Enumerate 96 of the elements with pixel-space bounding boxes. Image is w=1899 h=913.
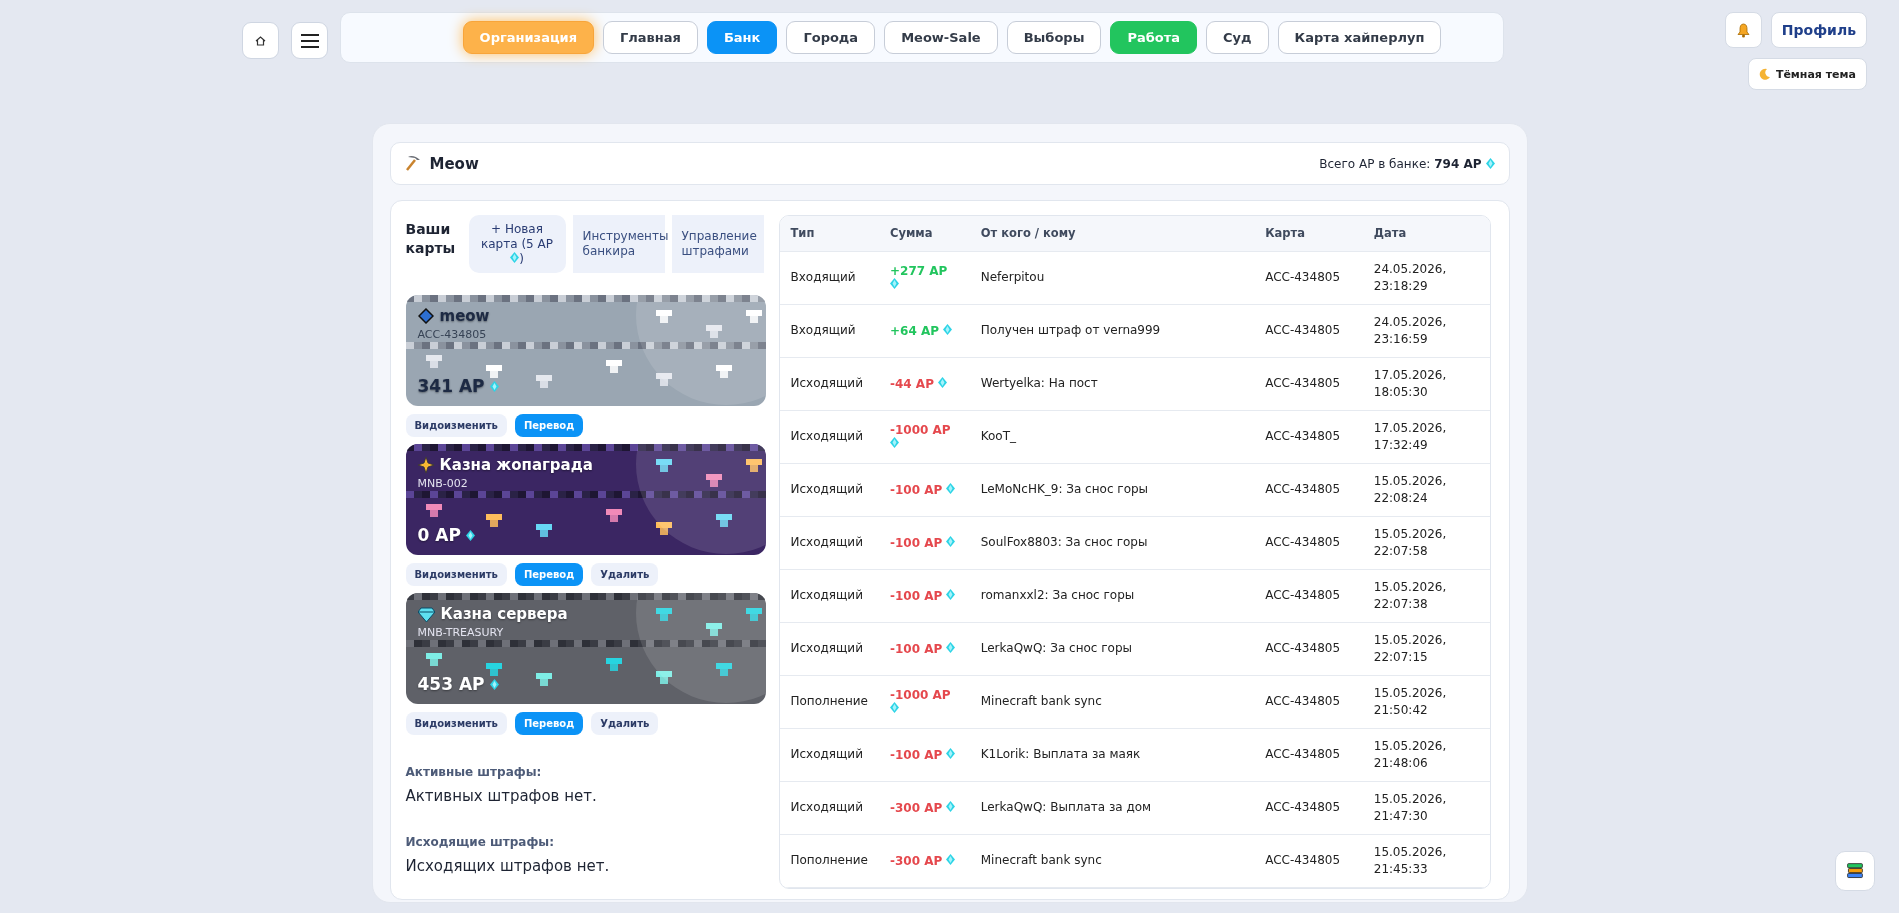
table-cell: Исходящий bbox=[779, 781, 879, 834]
amount-text: -1000 AP bbox=[890, 422, 951, 437]
table-cell: Получен штраф от verna999 bbox=[969, 304, 1255, 357]
table-cell: Исходящий bbox=[779, 410, 879, 463]
fines-heading: Активные штрафы: bbox=[405, 765, 543, 779]
fines-heading: Исходящие штрафы: bbox=[405, 835, 555, 849]
column-header: Сумма bbox=[879, 216, 970, 251]
table-cell: ACC-434805 bbox=[1254, 675, 1363, 728]
bank-total: Всего AP в банке: 794 AP bbox=[1319, 156, 1482, 171]
table-cell: 15.05.2026, 22:07:15 bbox=[1362, 622, 1490, 675]
table-cell: Исходящий bbox=[779, 569, 879, 622]
table-cell: KooT_ bbox=[969, 410, 1255, 463]
nav-tab[interactable]: Карта хайперлуп bbox=[1277, 21, 1442, 54]
amount-text: +64 AP bbox=[890, 323, 939, 338]
cards-title: Ваши карты bbox=[405, 220, 457, 258]
table-cell: Пополнение bbox=[779, 675, 879, 728]
table-cell: 17.05.2026, 17:32:49 bbox=[1362, 410, 1490, 463]
card-action-button[interactable]: Удалить bbox=[591, 563, 659, 586]
new-card-button[interactable]: + Новая карта (5 AP ) bbox=[468, 215, 566, 273]
card-action-button[interactable]: Видоизменить bbox=[405, 414, 507, 437]
card-name: meow bbox=[439, 307, 490, 325]
column-header: От кого / кому bbox=[969, 216, 1255, 251]
amount-text: -300 AP bbox=[890, 853, 943, 868]
nav-tab[interactable]: Выборы bbox=[1006, 21, 1102, 54]
card-name: Казна жопаграда bbox=[439, 456, 593, 474]
amount-text: -300 AP bbox=[890, 800, 943, 815]
table-cell: ACC-434805 bbox=[1254, 304, 1363, 357]
table-cell: Исходящий bbox=[779, 622, 879, 675]
nav-tab[interactable]: Города bbox=[786, 21, 876, 54]
card-action-button[interactable]: Видоизменить bbox=[405, 563, 507, 586]
table-cell: 15.05.2026, 21:48:06 bbox=[1362, 728, 1490, 781]
table-cell: Исходящий bbox=[779, 516, 879, 569]
column-header: Дата bbox=[1362, 216, 1490, 251]
nav-tab[interactable]: Главная bbox=[603, 21, 698, 54]
amount-text: +277 AP bbox=[890, 263, 948, 278]
table-cell: ACC-434805 bbox=[1254, 410, 1363, 463]
table-cell: K1Lorik: Выплата за маяк bbox=[969, 728, 1255, 781]
dark-theme-button[interactable]: Тёмная тема bbox=[1747, 58, 1867, 90]
table-cell: ACC-434805 bbox=[1254, 516, 1363, 569]
table-cell: 24.05.2026, 23:16:59 bbox=[1362, 304, 1490, 357]
table-cell: Исходящий bbox=[779, 728, 879, 781]
card-action-button[interactable]: Удалить bbox=[591, 712, 659, 735]
table-cell: SoulFox8803: За снос горы bbox=[969, 516, 1255, 569]
table-cell: ACC-434805 bbox=[1254, 728, 1363, 781]
table-cell: Исходящий bbox=[779, 463, 879, 516]
column-header: Карта bbox=[1254, 216, 1363, 251]
table-cell: 15.05.2026, 22:07:38 bbox=[1362, 569, 1490, 622]
amount-text: -100 AP bbox=[890, 747, 943, 762]
profile-button[interactable]: Профиль bbox=[1770, 12, 1867, 48]
fines-text: Активных штрафов нет. bbox=[405, 787, 598, 805]
amount-text: -1000 AP bbox=[890, 687, 951, 702]
table-cell: LerkaQwQ: За снос горы bbox=[969, 622, 1255, 675]
card-number: MNB-TREASURY bbox=[417, 626, 505, 639]
amount-text: -100 AP bbox=[890, 588, 943, 603]
card-number: ACC-434805 bbox=[417, 328, 488, 341]
table-cell: ACC-434805 bbox=[1254, 569, 1363, 622]
card-name: Казна сервера bbox=[440, 605, 568, 623]
table-cell: ACC-434805 bbox=[1254, 622, 1363, 675]
table-cell: Minecraft bank sync bbox=[969, 675, 1255, 728]
table-cell: 17.05.2026, 18:05:30 bbox=[1362, 357, 1490, 410]
amount-text: -44 AP bbox=[890, 376, 934, 391]
tool-button[interactable]: Управление штрафами bbox=[671, 215, 764, 273]
table-cell: ACC-434805 bbox=[1254, 463, 1363, 516]
nav-tab[interactable]: Meow-Sale bbox=[884, 21, 998, 54]
column-header: Тип bbox=[779, 216, 879, 251]
table-cell: ACC-434805 bbox=[1254, 781, 1363, 834]
table-cell: Входящий bbox=[779, 304, 879, 357]
table-cell: 15.05.2026, 21:47:30 bbox=[1362, 781, 1490, 834]
table-cell: ACC-434805 bbox=[1254, 251, 1363, 304]
table-cell: ACC-434805 bbox=[1254, 357, 1363, 410]
table-cell: LerkaQwQ: Выплата за дом bbox=[969, 781, 1255, 834]
card-balance: 341 AP bbox=[417, 376, 485, 396]
fines-text: Исходящих штрафов нет. bbox=[405, 857, 611, 875]
table-cell: 24.05.2026, 23:18:29 bbox=[1362, 251, 1490, 304]
nav-tab[interactable]: Суд bbox=[1206, 21, 1269, 54]
table-cell: ACC-434805 bbox=[1254, 834, 1363, 887]
table-cell: Исходящий bbox=[779, 357, 879, 410]
table-cell: 15.05.2026, 21:45:33 bbox=[1362, 834, 1490, 887]
table-cell: LeMoNcHK_9: За снос горы bbox=[969, 463, 1255, 516]
table-cell: 15.05.2026, 22:07:58 bbox=[1362, 516, 1490, 569]
amount-text: -100 AP bbox=[890, 641, 943, 656]
card-balance: 0 AP bbox=[417, 525, 461, 545]
table-cell: Пополнение bbox=[779, 834, 879, 887]
table-cell: romanxxl2: За снос горы bbox=[969, 569, 1255, 622]
amount-text: -100 AP bbox=[890, 482, 943, 497]
card-balance: 453 AP bbox=[417, 674, 485, 694]
bank-name: Meow bbox=[429, 154, 479, 173]
table-cell: Neferpitou bbox=[969, 251, 1255, 304]
table-cell: Minecraft bank sync bbox=[969, 834, 1255, 887]
card-number: MNB-002 bbox=[417, 477, 469, 490]
table-cell: 15.05.2026, 22:08:24 bbox=[1362, 463, 1490, 516]
table-cell: Входящий bbox=[779, 251, 879, 304]
table-cell: Wertyelka: На пост bbox=[969, 357, 1255, 410]
amount-text: -100 AP bbox=[890, 535, 943, 550]
table-cell: 15.05.2026, 21:50:42 bbox=[1362, 675, 1490, 728]
card-action-button[interactable]: Видоизменить bbox=[405, 712, 507, 735]
